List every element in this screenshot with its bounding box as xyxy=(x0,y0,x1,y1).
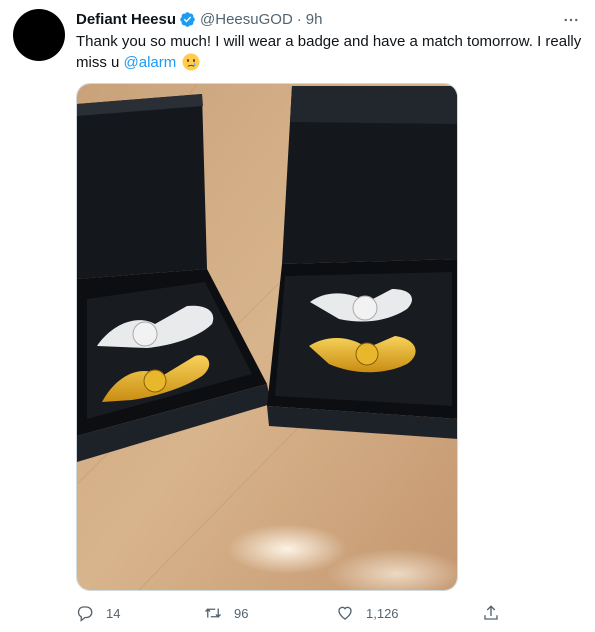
retweet-button[interactable]: 96 xyxy=(204,604,248,622)
verified-badge-icon xyxy=(179,11,196,28)
mention-link[interactable]: @alarm xyxy=(124,54,177,71)
like-button[interactable]: 1,126 xyxy=(336,604,399,622)
tweet-image[interactable] xyxy=(76,83,458,591)
jewelry-boxes-photo xyxy=(77,84,457,590)
tweet-header: Defiant Heesu @HeesuGOD · 9h xyxy=(76,9,322,29)
retweet-count: 96 xyxy=(234,605,249,621)
more-icon[interactable] xyxy=(561,10,581,30)
reply-button[interactable]: 14 xyxy=(76,604,120,622)
tweet-actions: 14 96 1,126 xyxy=(76,604,516,628)
author-name[interactable]: Defiant Heesu xyxy=(76,11,176,28)
tweet-text: Thank you so much! I will wear a badge a… xyxy=(76,31,584,73)
author-handle[interactable]: @HeesuGOD xyxy=(200,11,293,28)
timestamp[interactable]: 9h xyxy=(306,11,323,28)
like-icon xyxy=(338,606,352,620)
retweet-icon xyxy=(205,608,221,618)
reply-count: 14 xyxy=(106,605,121,621)
separator-dot: · xyxy=(296,10,302,28)
like-count: 1,126 xyxy=(366,605,399,621)
crying-face-emoji xyxy=(182,53,200,71)
share-button[interactable] xyxy=(482,604,500,622)
reply-icon xyxy=(77,606,93,622)
share-icon xyxy=(484,605,498,620)
avatar[interactable] xyxy=(13,9,65,61)
